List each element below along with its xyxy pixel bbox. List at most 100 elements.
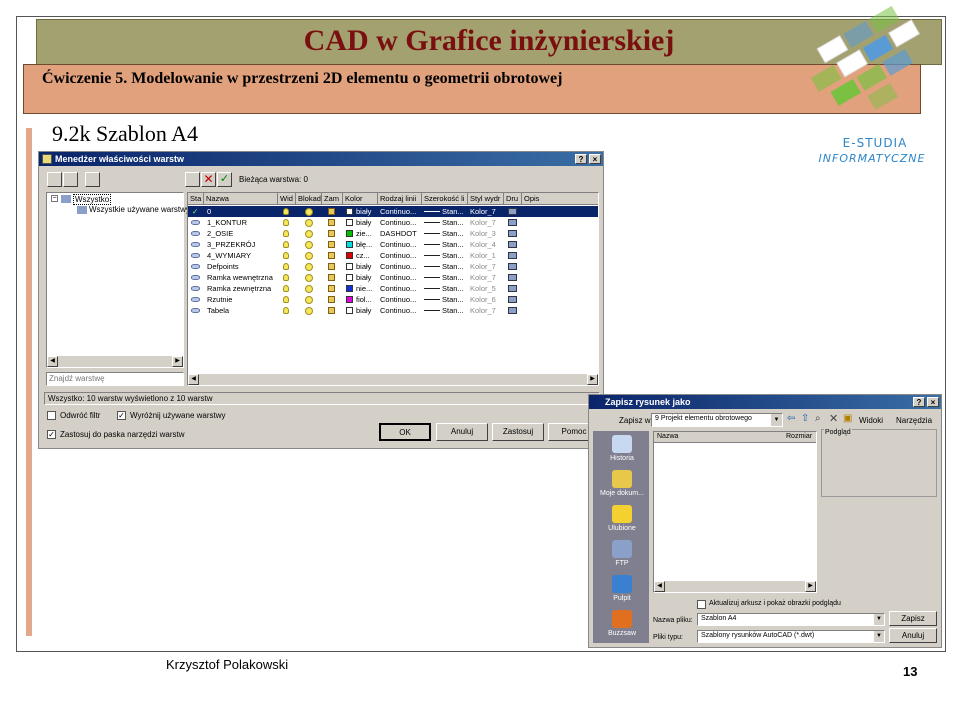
chevron-down-icon[interactable]: ▼ <box>874 614 884 625</box>
layer-plotstyle[interactable]: Kolor_7 <box>470 272 504 283</box>
printer-icon[interactable] <box>508 252 517 259</box>
file-list-scrollbar[interactable]: ◀ ▶ <box>654 581 816 592</box>
help-button[interactable]: ? <box>575 154 587 164</box>
printer-icon[interactable] <box>508 296 517 303</box>
column-header[interactable]: Zam <box>322 193 343 205</box>
col-name[interactable]: Nazwa <box>657 433 678 440</box>
sun-icon[interactable] <box>305 296 313 304</box>
sun-icon[interactable] <box>305 285 313 293</box>
places-item[interactable]: Moje dokum... <box>595 470 649 497</box>
update-sheets-checkbox[interactable] <box>697 600 706 609</box>
scroll-right-icon[interactable]: ▶ <box>805 581 816 592</box>
places-item[interactable]: Historia <box>595 435 649 462</box>
printer-icon[interactable] <box>508 285 517 292</box>
layer-row[interactable]: 1_KONTUR biały Continuo... Stan... Kolor_7 <box>188 217 598 228</box>
sun-icon[interactable] <box>305 241 313 249</box>
save-in-select[interactable]: 9 Projekt elementu obrotowego ▼ <box>651 413 783 427</box>
chevron-down-icon[interactable]: ▼ <box>771 414 782 426</box>
lock-icon[interactable] <box>328 307 335 314</box>
sun-icon[interactable] <box>305 274 313 282</box>
layer-row[interactable]: Defpoints biały Continuo... Stan... Kolor_7 <box>188 261 598 272</box>
layer-linetype[interactable]: Continuo... <box>380 217 422 228</box>
sun-icon[interactable] <box>305 307 313 315</box>
invert-filter-checkbox[interactable] <box>47 411 56 420</box>
lightbulb-icon[interactable] <box>283 285 289 292</box>
set-current-icon[interactable]: ✓ <box>217 172 232 187</box>
printer-icon[interactable] <box>508 241 517 248</box>
printer-icon[interactable] <box>508 274 517 281</box>
lightbulb-icon[interactable] <box>283 208 289 215</box>
sun-icon[interactable] <box>305 219 313 227</box>
delete-layer-icon[interactable]: ✕ <box>201 172 216 187</box>
layer-linetype[interactable]: Continuo... <box>380 239 422 250</box>
layer-search-input[interactable]: Znajdź warstwę <box>46 372 184 386</box>
layer-name[interactable]: 1_KONTUR <box>207 217 277 228</box>
places-item[interactable]: Pulpit <box>595 575 649 602</box>
color-swatch[interactable] <box>346 307 353 314</box>
help-button[interactable]: ? <box>913 397 925 407</box>
lightbulb-icon[interactable] <box>283 241 289 248</box>
lock-icon[interactable] <box>328 252 335 259</box>
layer-list-scrollbar[interactable]: ◀ ▶ <box>188 374 598 385</box>
layer-name[interactable]: Ramka zewnętrzna <box>207 283 277 294</box>
layer-plotstyle[interactable]: Kolor_1 <box>470 250 504 261</box>
color-swatch[interactable] <box>346 296 353 303</box>
lock-icon[interactable] <box>328 285 335 292</box>
lock-icon[interactable] <box>328 241 335 248</box>
column-header[interactable]: Wid <box>278 193 296 205</box>
layer-manager-titlebar[interactable]: Menedżer właściwości warstw ? × <box>39 152 603 166</box>
layer-name[interactable]: 4_WYMIARY <box>207 250 277 261</box>
sun-icon[interactable] <box>305 230 313 238</box>
layer-plotstyle[interactable]: Kolor_6 <box>470 294 504 305</box>
column-header[interactable]: Opis <box>522 193 598 205</box>
layer-lineweight[interactable]: Stan... <box>442 217 468 228</box>
layer-row[interactable]: 3_PRZEKRÓJ błę... Continuo... Stan... Kolor_… <box>188 239 598 250</box>
column-header[interactable]: Styl wydr <box>468 193 504 205</box>
layer-lineweight[interactable]: Stan... <box>442 283 468 294</box>
color-swatch[interactable] <box>346 219 353 226</box>
layer-name[interactable]: Tabela <box>207 305 277 316</box>
apply-toolbar-checkbox[interactable]: ✓ <box>47 430 56 439</box>
layer-plotstyle[interactable]: Kolor_7 <box>470 217 504 228</box>
layer-plotstyle[interactable]: Kolor_7 <box>470 261 504 272</box>
column-header[interactable]: Dru <box>504 193 522 205</box>
color-swatch[interactable] <box>346 285 353 292</box>
col-size[interactable]: Rozmiar <box>786 433 812 440</box>
printer-icon[interactable] <box>508 230 517 237</box>
collapse-icon[interactable]: − <box>51 195 58 202</box>
column-header[interactable]: Sta <box>188 193 204 205</box>
back-icon[interactable]: ⇦ <box>787 413 795 424</box>
lightbulb-icon[interactable] <box>283 274 289 281</box>
layer-lineweight[interactable]: Stan... <box>442 272 468 283</box>
layer-linetype[interactable]: Continuo... <box>380 261 422 272</box>
scroll-right-icon[interactable]: ▶ <box>172 356 183 367</box>
layer-plotstyle[interactable]: Kolor_7 <box>470 305 504 316</box>
layer-row[interactable]: Tabela biały Continuo... Stan... Kolor_7 <box>188 305 598 316</box>
sun-icon[interactable] <box>305 263 313 271</box>
lightbulb-icon[interactable] <box>283 230 289 237</box>
scroll-left-icon[interactable]: ◀ <box>47 356 58 367</box>
close-button[interactable]: × <box>927 397 939 407</box>
layer-name[interactable]: 2_OSIE <box>207 228 277 239</box>
layer-plotstyle[interactable]: Kolor_7 <box>470 206 504 217</box>
color-swatch[interactable] <box>346 241 353 248</box>
chevron-down-icon[interactable]: ▼ <box>874 631 884 642</box>
column-header[interactable]: Nazwa <box>204 193 278 205</box>
printer-icon[interactable] <box>508 263 517 270</box>
filetype-select[interactable]: Szablony rysunków AutoCAD (*.dwt) ▼ <box>697 630 885 643</box>
lock-icon[interactable] <box>328 296 335 303</box>
sun-icon[interactable] <box>305 208 313 216</box>
color-swatch[interactable] <box>346 252 353 259</box>
layer-plotstyle[interactable]: Kolor_3 <box>470 228 504 239</box>
places-item[interactable]: Buzzsaw <box>595 610 649 637</box>
layer-linetype[interactable]: Continuo... <box>380 250 422 261</box>
ok-button[interactable]: OK <box>379 423 431 441</box>
lightbulb-icon[interactable] <box>283 219 289 226</box>
close-button[interactable]: × <box>589 154 601 164</box>
layer-row[interactable]: ✓ 0 biały Continuo... Stan... Kolor_7 <box>188 206 598 217</box>
views-menu[interactable]: Widoki <box>859 416 883 425</box>
delete-icon[interactable]: ✕ <box>829 412 838 425</box>
save-button[interactable]: Zapisz <box>889 611 937 626</box>
layer-lineweight[interactable]: Stan... <box>442 261 468 272</box>
column-header[interactable]: Rodzaj linii <box>378 193 422 205</box>
